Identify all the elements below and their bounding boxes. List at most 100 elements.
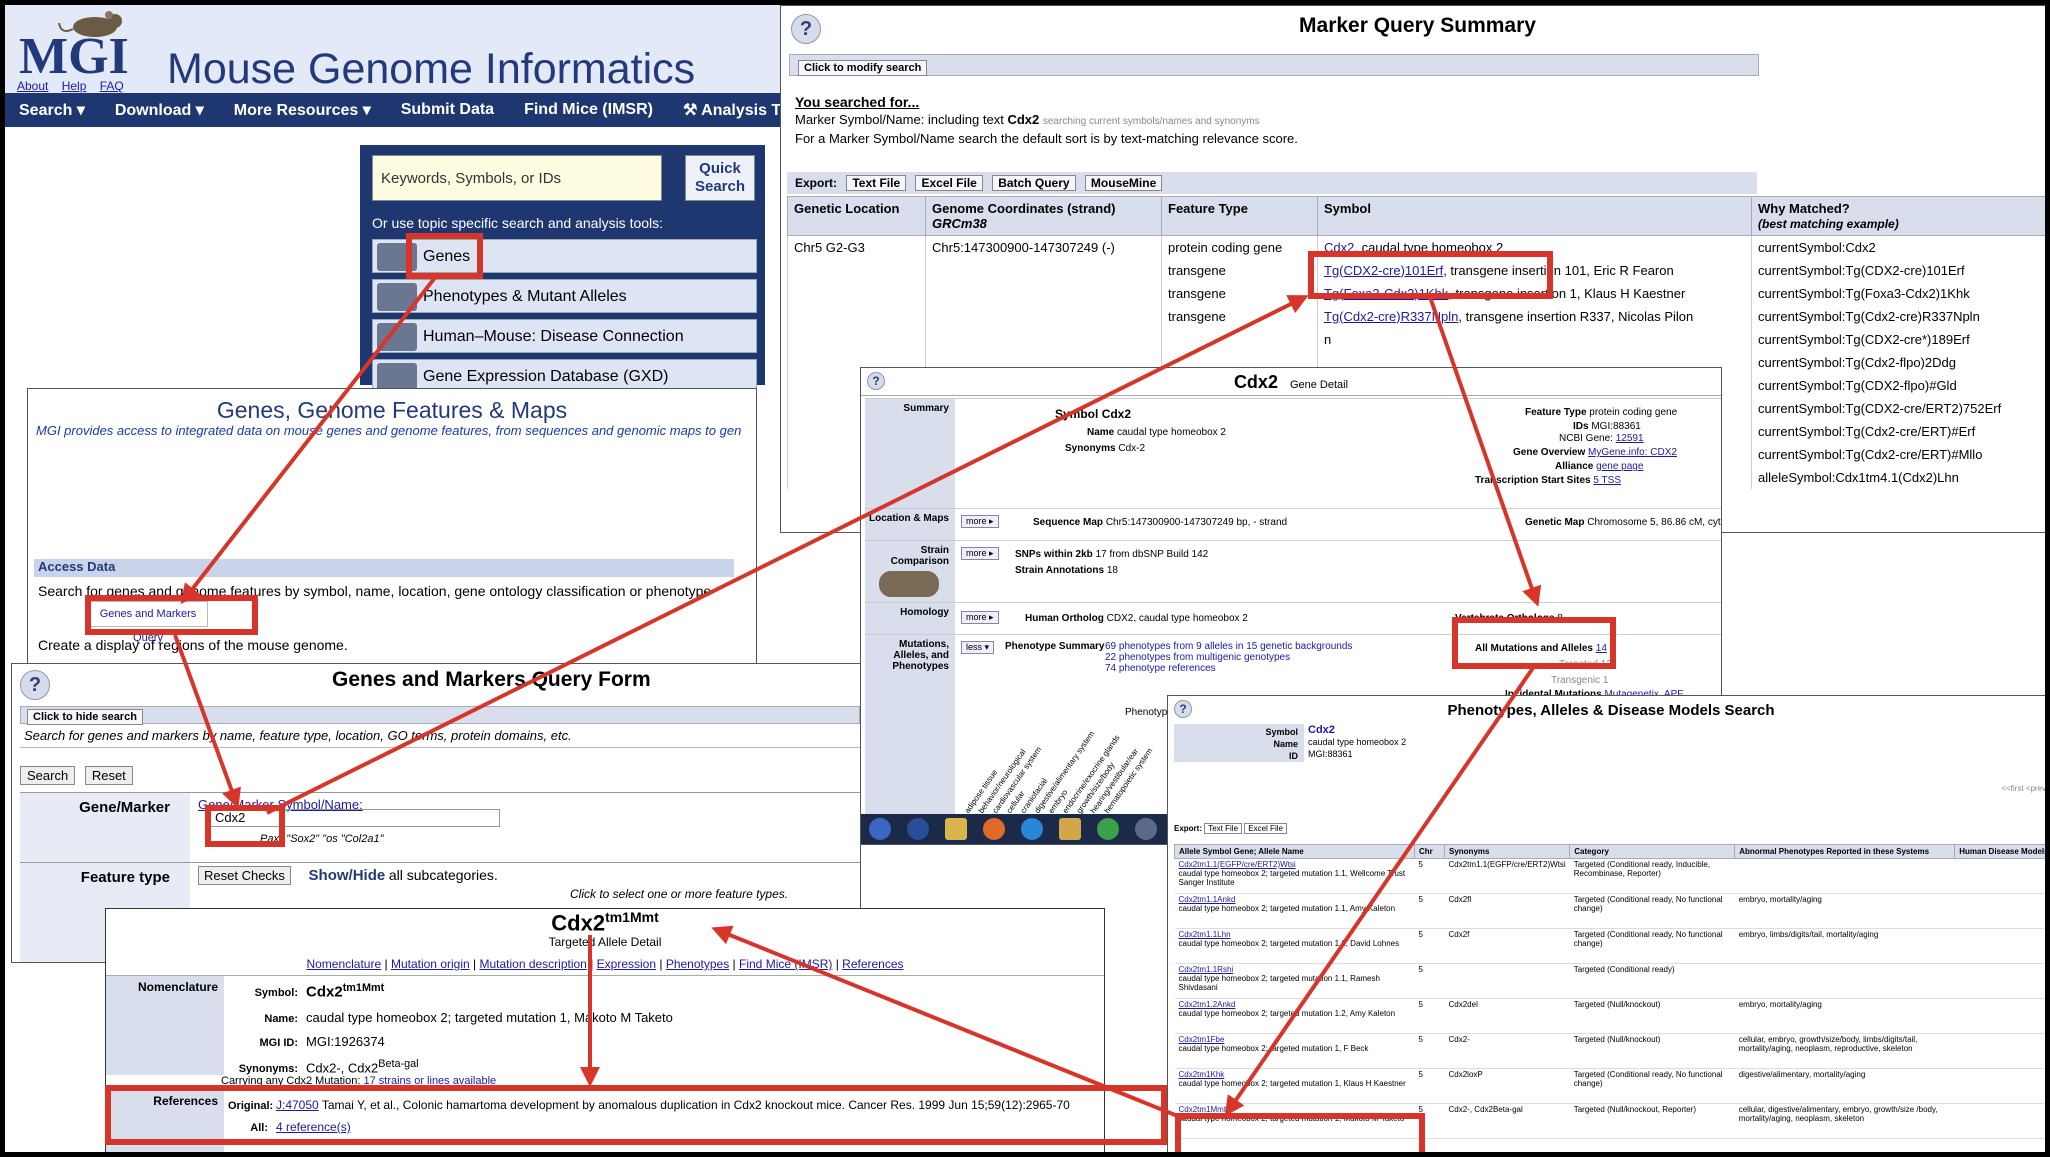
export-text-file[interactable]: Text File [846, 175, 907, 191]
reset-button[interactable]: Reset [84, 766, 133, 785]
genes-markers-query-link[interactable]: Genes and Markers Query [88, 601, 208, 644]
help-icon[interactable]: ? [20, 670, 50, 700]
allele-section-link[interactable]: Nomenclature [306, 957, 381, 971]
app-icon[interactable] [1135, 818, 1157, 840]
allele-name: caudal type homeobox 2; targeted mutatio… [1178, 1114, 1405, 1123]
cell-disease [1954, 893, 2045, 929]
quick-search-button[interactable]: Quick Search [685, 155, 755, 201]
human-ortholog-row: Human Ortholog CDX2, caudal type homeobo… [1025, 613, 1248, 624]
mgi-logo[interactable]: MGI [19, 27, 129, 86]
firefox-icon[interactable] [983, 818, 1005, 840]
allele-link[interactable]: Cdx2tm1Mmt [1179, 1105, 1411, 1114]
allele-link[interactable]: Cdx2tm1.2Ankd [1179, 1000, 1411, 1009]
allele-link[interactable]: Cdx2tm1Khk [1179, 1070, 1411, 1079]
tool-genes[interactable]: Genes [372, 239, 757, 273]
mutations-less-button[interactable]: less ▾ [961, 641, 995, 654]
cell-type: transgene [1161, 258, 1318, 282]
alliance-link[interactable]: gene page [1596, 461, 1643, 472]
symbol-link[interactable]: Cdx2 [1324, 240, 1354, 255]
all-mutations-link[interactable]: 14 [1596, 643, 1607, 654]
nav-find-mice[interactable]: Find Mice (IMSR) [524, 101, 653, 119]
all-refs-link[interactable]: 4 reference(s) [276, 1120, 351, 1134]
tss-link[interactable]: 5 TSS [1593, 475, 1621, 486]
tool-disease[interactable]: Human–Mouse: Disease Connection [372, 319, 757, 353]
col-allele-symbol[interactable]: Allele Symbol Gene; Allele Name [1174, 844, 1415, 859]
homology-more-button[interactable]: more ▸ [961, 611, 999, 624]
human-ortholog-value: CDX2, caudal type homeobox 2 [1106, 613, 1248, 624]
symbol-value[interactable]: Cdx2 [1308, 724, 1406, 736]
language-icon[interactable] [907, 818, 929, 840]
original-ref-link[interactable]: J:47050 [276, 1098, 319, 1112]
allele-link[interactable]: Cdx2tm1.1Lhn [1179, 930, 1411, 939]
vertebrate-orthologs-key: Vertebrate Orthologs [1455, 613, 1555, 624]
hide-search-button[interactable]: Click to hide search [27, 709, 143, 725]
strain-more-button[interactable]: more ▸ [961, 547, 999, 560]
col-why-matched[interactable]: Why Matched? (best matching example) [1751, 196, 2045, 236]
col-genome-coordinates[interactable]: Genome Coordinates (strand) GRCm38 [925, 196, 1162, 236]
phenotypes-panel: ? Phenotypes, Alleles & Disease Models S… [1167, 695, 2045, 1152]
start-icon[interactable] [869, 818, 891, 840]
col-genetic-location[interactable]: Genetic Location [787, 196, 926, 236]
cell-loc [787, 304, 926, 328]
location-more-button[interactable]: more ▸ [961, 515, 999, 528]
carrying-link[interactable]: 17 strains or lines available [363, 1075, 496, 1087]
allele-synonyms-row: Synonyms: Cdx2-, Cdx2Beta-gal [228, 1058, 419, 1075]
pager[interactable]: <<first <prev [2001, 784, 2045, 793]
nav-analysis-tools[interactable]: ⚒ Analysis To [683, 100, 780, 120]
allele-section-link[interactable]: Mutation origin [391, 957, 470, 971]
col-feature-type[interactable]: Feature Type [1161, 196, 1318, 236]
gene-overview-link[interactable]: MyGene.info: CDX2 [1588, 447, 1677, 458]
nav-search[interactable]: Search ▾ [19, 100, 85, 120]
search-button[interactable]: Search [20, 766, 76, 785]
reset-checks-button[interactable]: Reset Checks [198, 866, 291, 885]
phenotype-line[interactable]: 74 phenotype references [1105, 663, 1352, 674]
nav-download[interactable]: Download ▾ [115, 100, 204, 120]
cell-synonyms: Cdx2tm1.1(EGFP/cre/ERT2)Wtsi [1444, 858, 1570, 894]
cell-systems [1734, 963, 1955, 999]
phenotype-line[interactable]: 22 phenotypes from multigenic genotypes [1105, 652, 1352, 663]
export-excel-file[interactable]: Excel File [915, 175, 983, 191]
nav-submit-data[interactable]: Submit Data [401, 101, 494, 119]
allele-link[interactable]: Cdx2tm1.1Rshi [1179, 965, 1411, 974]
allele-link[interactable]: Cdx2tm1Fbe [1179, 1035, 1411, 1044]
col-synonyms[interactable]: Synonyms [1443, 844, 1571, 859]
folder-icon[interactable] [945, 818, 967, 840]
export-batch-query[interactable]: Batch Query [992, 175, 1076, 191]
col-abnormal-phenotypes[interactable]: Abnormal Phenotypes Reported in these Sy… [1734, 844, 1956, 859]
gene-symbol-input[interactable]: Cdx2 [210, 809, 500, 827]
allele-link[interactable]: Cdx2tm1.1Ankd [1179, 895, 1411, 904]
ncbi-link[interactable]: 12591 [1616, 433, 1644, 444]
allele-section-link[interactable]: Phenotypes [666, 957, 729, 971]
col-chr[interactable]: Chr [1414, 844, 1445, 859]
allele-section-link[interactable]: Mutation description [479, 957, 586, 971]
phenotype-line[interactable]: 69 phenotypes from 9 alleles in 15 genet… [1105, 641, 1352, 652]
chrome-icon[interactable] [1097, 818, 1119, 840]
separator: | [832, 957, 843, 971]
allele-section-link[interactable]: Find Mice (IMSR) [739, 957, 832, 971]
alliance-key: Alliance [1555, 461, 1594, 472]
ie-icon[interactable] [1021, 818, 1043, 840]
col-human-disease-models[interactable]: Human Disease Models [1954, 844, 2045, 859]
export-excel-file[interactable]: Excel File [1244, 823, 1287, 834]
allele-section-link[interactable]: References [842, 957, 903, 971]
symbol-key: Symbol [1265, 727, 1298, 737]
col-category[interactable]: Category [1569, 844, 1736, 859]
modify-search-button[interactable]: Click to modify search [798, 60, 928, 76]
show-hide-link[interactable]: Show/Hide [309, 867, 386, 884]
tool-phenotypes[interactable]: Phenotypes & Mutant Alleles [372, 279, 757, 313]
symbol-link[interactable]: Tg(CDX2-cre)101Erf [1324, 263, 1443, 278]
export-mousemine[interactable]: MouseMine [1084, 175, 1163, 191]
symbol-link[interactable]: Tg(Cdx2-cre)R337Npln [1324, 309, 1458, 324]
export-text-file[interactable]: Text File [1204, 823, 1243, 834]
about-link[interactable]: About [17, 79, 48, 93]
help-link[interactable]: Help [62, 79, 87, 93]
allele-link[interactable]: Cdx2tm1.1(EGFP/cre/ERT2)Wtsi [1179, 860, 1411, 869]
faq-link[interactable]: FAQ [100, 79, 124, 93]
allele-section-link[interactable]: Expression [597, 957, 656, 971]
symbol-link[interactable]: Tg(Foxa3-Cdx2)1Khk [1324, 286, 1448, 301]
media-icon[interactable] [1059, 818, 1081, 840]
col-symbol[interactable]: Symbol [1317, 196, 1752, 236]
nav-more-resources[interactable]: More Resources ▾ [234, 100, 371, 120]
quick-search-input[interactable]: Keywords, Symbols, or IDs [372, 155, 662, 201]
name-key: Name [1273, 739, 1298, 749]
